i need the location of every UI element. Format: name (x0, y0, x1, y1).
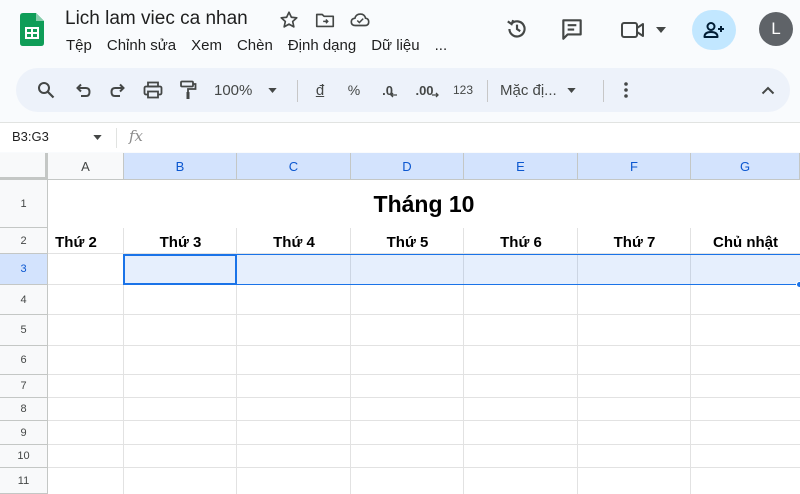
zoom-value: 100% (214, 81, 253, 99)
menu-insert[interactable]: Chèn (237, 37, 273, 54)
formula-bar: B3:G3 fx (0, 122, 800, 152)
active-cell-b3[interactable] (123, 254, 237, 285)
menu-bar: Tệp Chỉnh sửa Xem Chèn Định dạng Dữ liệu… (66, 37, 462, 54)
menu-view[interactable]: Xem (191, 37, 222, 54)
zoom-select[interactable]: 100% (214, 78, 286, 102)
weekday-cell-e2[interactable]: Thứ 6 (464, 230, 578, 255)
column-header-e[interactable]: E (464, 153, 578, 180)
row-header-5[interactable]: 5 (0, 315, 48, 346)
print-button[interactable] (141, 78, 165, 102)
app-header: Lich lam viec ca nhan Tệp Chỉnh sửa Xem … (0, 0, 800, 64)
more-formats-button[interactable]: 123 (450, 78, 476, 102)
search-icon (38, 82, 55, 99)
weekday-cell-b2[interactable]: Thứ 3 (124, 230, 237, 255)
chevron-down-icon[interactable] (93, 135, 102, 140)
redo-icon (110, 83, 125, 97)
row-header-10[interactable]: 10 (0, 445, 48, 468)
weekday-cell-g2[interactable]: Chủ nhật (691, 230, 800, 255)
chevron-up-icon (761, 86, 775, 94)
row-header-9[interactable]: 9 (0, 421, 48, 445)
column-header-g[interactable]: G (691, 153, 800, 180)
row-header-11[interactable]: 11 (0, 468, 48, 494)
weekday-cell-c2[interactable]: Thứ 4 (237, 230, 351, 255)
font-select[interactable]: Mặc đị... (500, 78, 590, 102)
menu-more[interactable]: ... (435, 37, 448, 54)
comment-icon (562, 19, 582, 40)
gridline (48, 314, 800, 315)
gridline (48, 397, 800, 398)
row-header-4[interactable]: 4 (0, 285, 48, 315)
cloud-saved-icon[interactable] (349, 9, 371, 31)
menu-file[interactable]: Tệp (66, 37, 92, 54)
arrow-right-icon (431, 92, 439, 98)
star-icon[interactable] (278, 9, 300, 31)
paint-format-button[interactable] (176, 78, 200, 102)
more-options-button[interactable] (614, 78, 638, 102)
move-folder-icon[interactable] (314, 9, 336, 31)
meet-button[interactable] (612, 12, 674, 48)
column-header-d[interactable]: D (351, 153, 464, 180)
percent-label: % (347, 82, 361, 98)
formula-divider (116, 128, 117, 148)
chevron-down-icon (268, 87, 278, 93)
undo-button[interactable] (71, 78, 95, 102)
currency-format-button[interactable]: đ (308, 78, 332, 102)
gridline (48, 444, 800, 445)
weekday-cell-d2[interactable]: Thứ 5 (351, 230, 464, 255)
add-person-icon (703, 22, 724, 38)
column-header-f[interactable]: F (578, 153, 691, 180)
google-sheets-logo[interactable] (20, 13, 44, 46)
video-camera-icon (621, 22, 644, 38)
collapse-toolbar-button[interactable] (756, 78, 780, 102)
gridline (48, 374, 800, 375)
row-header-7[interactable]: 7 (0, 375, 48, 398)
history-icon (507, 19, 526, 38)
version-history-button[interactable] (502, 14, 532, 44)
menu-data[interactable]: Dữ liệu (371, 37, 419, 54)
decrease-decimal-button[interactable]: .0 (376, 78, 404, 102)
row-header-6[interactable]: 6 (0, 346, 48, 375)
weekday-cell-f2[interactable]: Thứ 7 (578, 230, 691, 255)
gridline (48, 420, 800, 421)
arrow-left-icon (390, 92, 397, 98)
comments-button[interactable] (557, 14, 587, 44)
search-menus-button[interactable] (34, 78, 58, 102)
column-header-a[interactable]: A (48, 153, 124, 180)
account-avatar[interactable]: L (759, 12, 793, 46)
share-button[interactable] (692, 10, 736, 50)
column-header-c[interactable]: C (237, 153, 351, 180)
redo-button[interactable] (106, 78, 130, 102)
toolbar-divider (603, 80, 604, 102)
currency-label: đ (315, 81, 325, 99)
chevron-down-icon (656, 27, 666, 33)
row-header-8[interactable]: 8 (0, 398, 48, 421)
toolbar-divider (487, 80, 488, 102)
more-vert-icon (624, 82, 628, 98)
select-all-corner[interactable] (0, 153, 48, 180)
toolbar-divider (297, 80, 298, 102)
increase-decimal-button[interactable]: .00 (412, 78, 442, 102)
spreadsheet-grid[interactable]: A B C D E F G 1 2 3 4 5 6 7 8 9 10 11 Th… (0, 153, 800, 494)
print-icon (143, 81, 163, 99)
number-format-label: 123 (452, 83, 474, 97)
paint-roller-icon (180, 80, 197, 99)
toolbar: 100% đ % .0 .00 123 Mặc đị... (16, 68, 790, 112)
chevron-down-icon (567, 87, 576, 93)
gridline (48, 345, 800, 346)
document-title[interactable]: Lich lam viec ca nhan (65, 8, 248, 30)
gridline (48, 467, 800, 468)
row-header-3[interactable]: 3 (0, 254, 48, 285)
row-header-1[interactable]: 1 (0, 180, 48, 228)
month-title-cell[interactable]: Tháng 10 (48, 180, 800, 228)
name-box[interactable]: B3:G3 (12, 129, 49, 144)
undo-icon (76, 83, 91, 97)
fill-handle[interactable] (796, 281, 800, 288)
menu-edit[interactable]: Chỉnh sửa (107, 37, 176, 54)
fx-icon: fx (129, 127, 144, 145)
font-label: Mặc đị... (500, 81, 557, 99)
menu-format[interactable]: Định dạng (288, 37, 356, 54)
percent-format-button[interactable]: % (342, 78, 366, 102)
column-header-b[interactable]: B (124, 153, 237, 180)
weekday-cell-a2[interactable]: Thứ 2 (40, 230, 112, 255)
